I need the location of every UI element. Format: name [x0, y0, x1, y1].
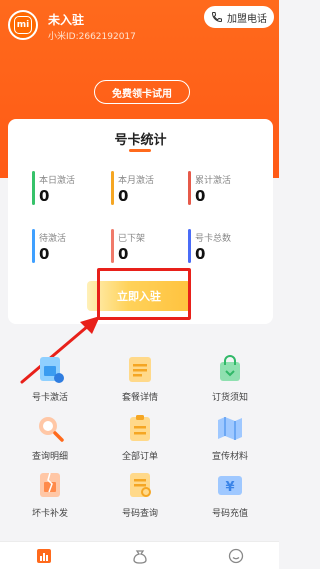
mi-logo-icon: mi: [14, 16, 32, 34]
tile-all-orders[interactable]: 全部订单: [100, 411, 180, 473]
tab-profile[interactable]: [222, 546, 250, 566]
stat-color-bar: [111, 229, 114, 263]
stat-value: 0: [39, 187, 50, 205]
stat-total-activated: 累计激活 0: [188, 171, 258, 205]
tile-label: 全部订单: [121, 452, 158, 462]
stat-label: 累计激活: [195, 176, 232, 186]
stat-month-activated: 本月激活 0: [111, 171, 181, 205]
tab-earnings[interactable]: [126, 546, 154, 566]
tile-label: 坏卡补发: [31, 509, 68, 519]
stat-color-bar: [188, 171, 191, 205]
free-trial-button[interactable]: 免费领卡试用: [94, 80, 190, 104]
tile-label: 号码充值: [211, 509, 248, 519]
bottom-tab-bar: [0, 541, 279, 569]
stats-title: 号卡统计: [114, 133, 167, 148]
profile-smile-icon: [228, 548, 244, 564]
package-detail-icon: [129, 357, 151, 382]
money-bag-icon: [133, 550, 147, 564]
tile-number-query[interactable]: 号码查询: [100, 468, 180, 530]
tile-label: 套餐详情: [121, 393, 158, 403]
tile-label: 号卡激活: [31, 393, 68, 403]
shopping-bag-icon: [220, 355, 240, 381]
map-icon: [218, 417, 242, 440]
user-id: 小米ID:2662192017: [48, 32, 136, 42]
broken-card-icon: [40, 472, 60, 497]
stat-value: 0: [118, 187, 129, 205]
tile-label: 号码查询: [121, 509, 158, 519]
stat-color-bar: [111, 171, 114, 205]
stat-label: 本月激活: [118, 176, 155, 186]
stat-color-bar: [32, 171, 35, 205]
home-chart-icon: [37, 549, 51, 563]
stat-card-total: 号卡总数 0: [188, 229, 258, 263]
title-underline: [129, 149, 151, 152]
order-list-icon: [130, 415, 150, 441]
tile-label: 订货须知: [211, 393, 248, 403]
stat-color-bar: [188, 229, 191, 263]
svg-text:¥: ¥: [225, 480, 234, 495]
tile-bad-card-reissue[interactable]: 坏卡补发: [10, 468, 90, 530]
tile-number-recharge[interactable]: ¥ 号码充值: [190, 468, 270, 530]
recharge-icon: ¥: [218, 476, 242, 495]
stat-delisted: 已下架 0: [111, 229, 181, 263]
tile-package-detail[interactable]: 套餐详情: [100, 352, 180, 414]
stat-pending-activation: 待激活 0: [32, 229, 102, 263]
highlight-box: [97, 268, 191, 320]
stat-label: 已下架: [118, 234, 146, 244]
tile-sim-activation[interactable]: 号卡激活: [10, 352, 90, 414]
tile-ordering-notice[interactable]: 订货须知: [190, 352, 270, 414]
stat-value: 0: [195, 187, 206, 205]
stat-today-activated: 本日激活 0: [32, 171, 102, 205]
tile-query-detail[interactable]: 查询明细: [10, 411, 90, 473]
number-search-icon: [130, 473, 151, 497]
tile-label: 宣传材料: [211, 452, 248, 462]
hotline-button[interactable]: 加盟电话: [204, 6, 274, 28]
sim-card-icon: [40, 357, 64, 383]
tile-label: 查询明细: [31, 452, 68, 462]
stat-value: 0: [39, 245, 50, 263]
phone-icon: [211, 12, 222, 23]
stat-label: 本日激活: [39, 176, 76, 186]
hotline-label: 加盟电话: [227, 13, 267, 25]
tile-promo-materials[interactable]: 宣传材料: [190, 411, 270, 473]
stat-label: 号卡总数: [195, 234, 232, 244]
stat-label: 待激活: [39, 234, 67, 244]
search-icon: [39, 417, 64, 442]
stat-value: 0: [118, 245, 129, 263]
user-name: 未入驻: [48, 13, 85, 27]
stat-color-bar: [32, 229, 35, 263]
avatar[interactable]: mi: [8, 10, 38, 40]
stat-value: 0: [195, 245, 206, 263]
tab-home[interactable]: [30, 546, 58, 566]
